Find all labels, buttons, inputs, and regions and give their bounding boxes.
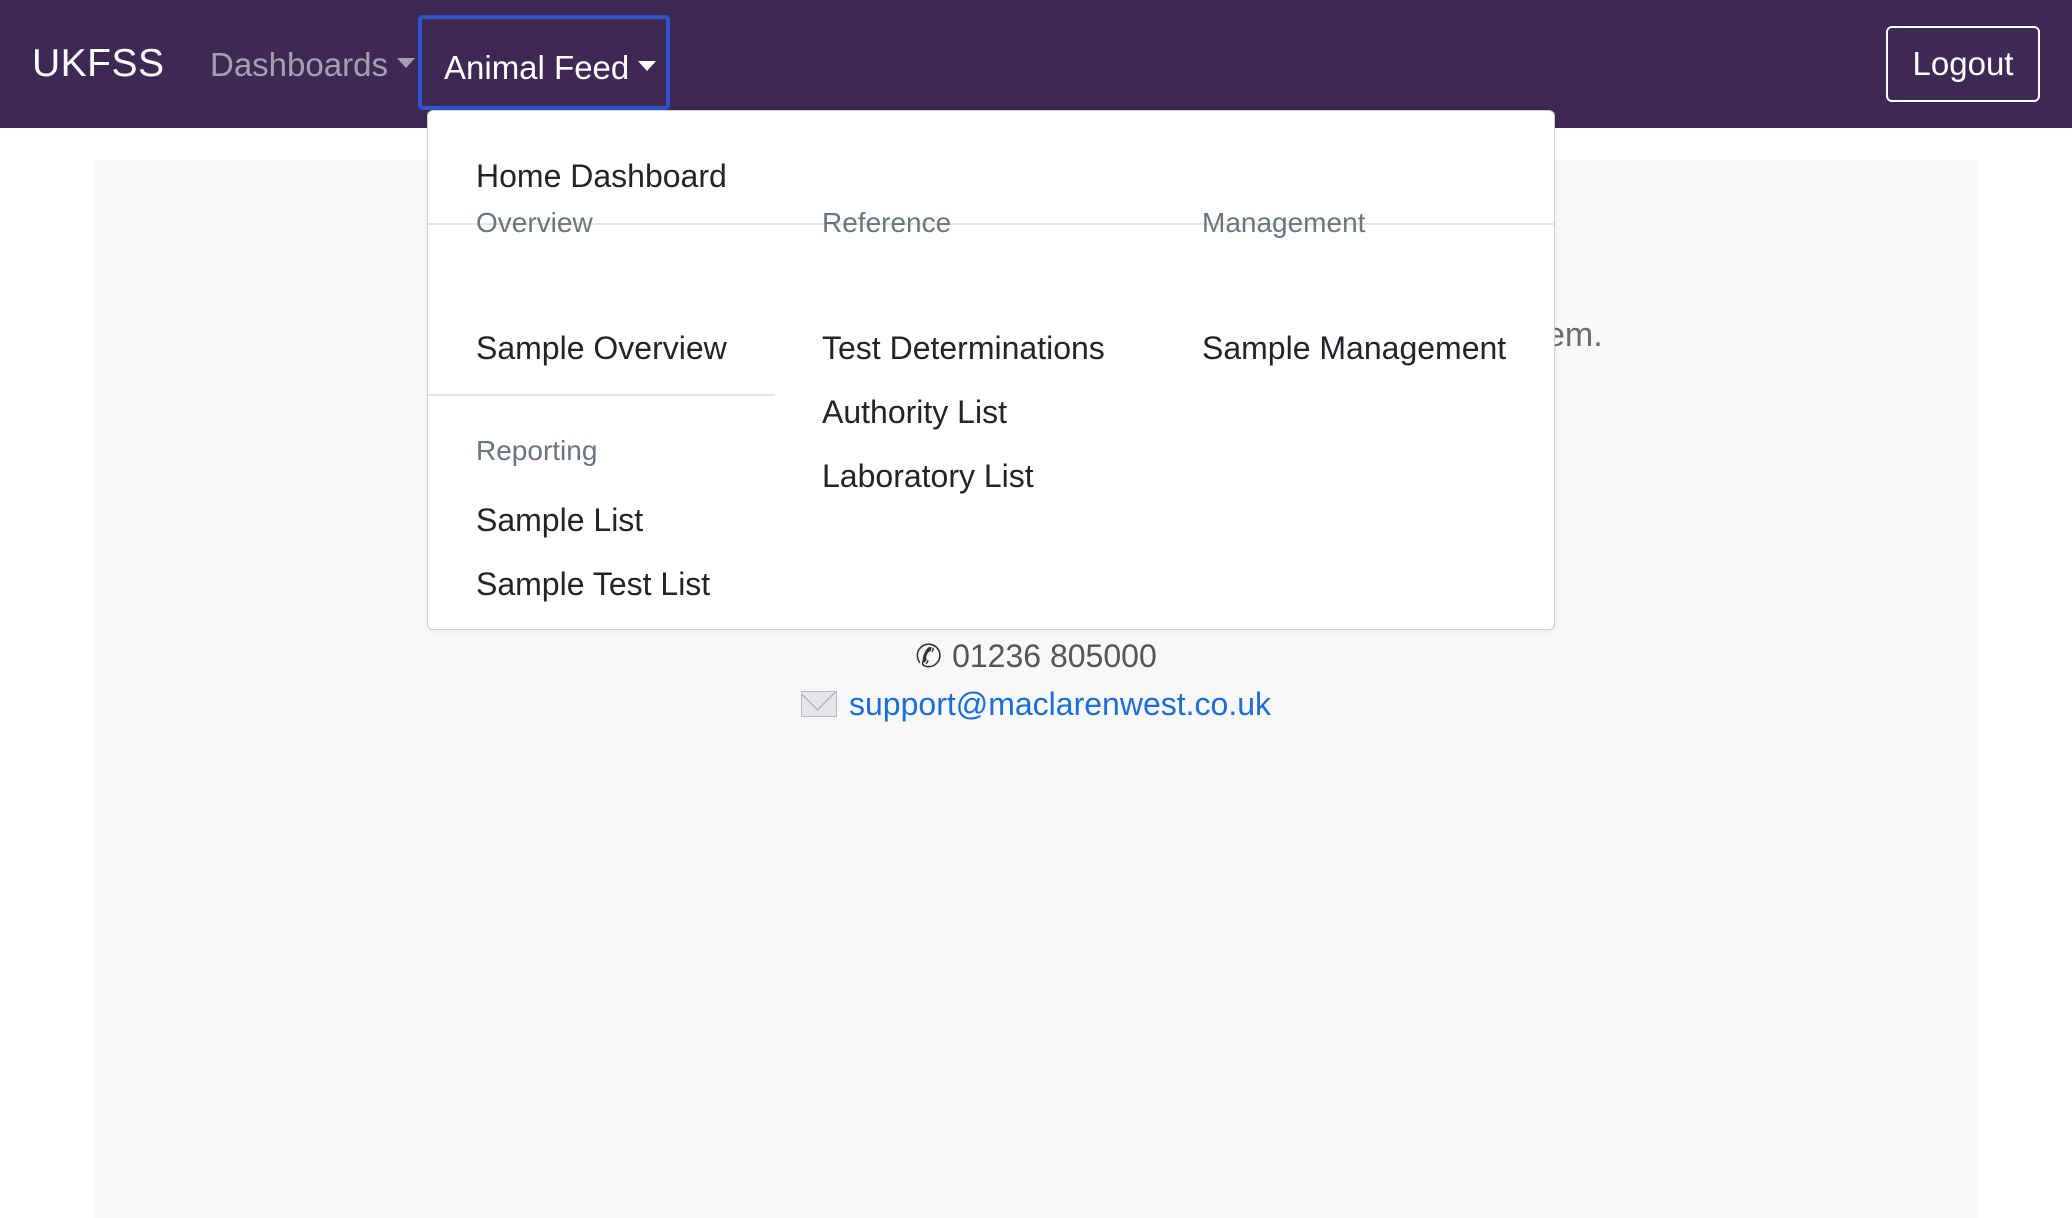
nav-animal-feed-label: Animal Feed bbox=[444, 49, 630, 86]
top-navbar: UKFSS Dashboards Animal Feed Logout bbox=[0, 0, 2072, 128]
menu-item-test-determinations[interactable]: Test Determinations bbox=[822, 325, 1105, 371]
menu-item-sample-test-list[interactable]: Sample Test List bbox=[476, 561, 710, 607]
support-email-link[interactable]: support@maclarenwest.co.uk bbox=[849, 686, 1271, 722]
envelope-icon bbox=[801, 690, 837, 717]
menu-item-authority-list[interactable]: Authority List bbox=[822, 389, 1007, 435]
telephone-icon: ✆ bbox=[915, 638, 943, 674]
contact-email: support@maclarenwest.co.uk bbox=[0, 680, 2072, 728]
caret-down-icon bbox=[396, 58, 415, 69]
logout-button[interactable]: Logout bbox=[1886, 26, 2040, 102]
phone-number: 01236 805000 bbox=[952, 638, 1157, 674]
nav-dashboards-dropdown[interactable]: Dashboards bbox=[210, 40, 415, 90]
menu-header-reference: Reference bbox=[822, 207, 952, 238]
menu-item-sample-list[interactable]: Sample List bbox=[476, 497, 643, 543]
menu-header-management: Management bbox=[1202, 207, 1366, 238]
menu-item-sample-management[interactable]: Sample Management bbox=[1202, 325, 1506, 371]
nav-dashboards-label: Dashboards bbox=[210, 46, 388, 83]
contact-phone: ✆ 01236 805000 bbox=[0, 632, 2072, 680]
animal-feed-dropdown-menu: Home Dashboard Overview Sample Overview … bbox=[427, 110, 1555, 630]
menu-item-sample-overview[interactable]: Sample Overview bbox=[476, 325, 727, 371]
menu-header-reporting: Reporting bbox=[476, 435, 598, 466]
menu-item-laboratory-list[interactable]: Laboratory List bbox=[822, 453, 1034, 499]
caret-down-icon bbox=[638, 61, 657, 72]
menu-item-home-dashboard[interactable]: Home Dashboard bbox=[476, 153, 727, 199]
menu-divider bbox=[428, 394, 775, 396]
nav-animal-feed-dropdown[interactable]: Animal Feed bbox=[418, 15, 670, 110]
menu-header-overview: Overview bbox=[476, 207, 593, 238]
menu-divider bbox=[428, 223, 1554, 225]
page: UKFSS Dashboards Animal Feed Logout em. … bbox=[0, 0, 2072, 1218]
brand-logo[interactable]: UKFSS bbox=[32, 38, 165, 90]
